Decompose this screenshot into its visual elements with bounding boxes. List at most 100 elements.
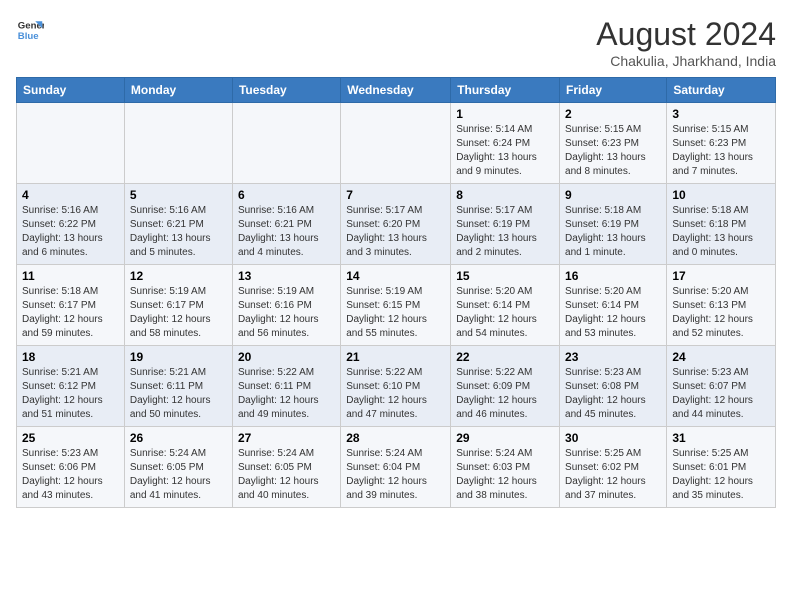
- logo-icon: General Blue: [16, 16, 44, 44]
- day-detail: Sunrise: 5:23 AM Sunset: 6:07 PM Dayligh…: [672, 366, 770, 422]
- day-number: 18: [22, 350, 119, 364]
- calendar-cell: [232, 103, 340, 184]
- calendar-cell: 8Sunrise: 5:17 AM Sunset: 6:19 PM Daylig…: [451, 184, 560, 265]
- day-detail: Sunrise: 5:24 AM Sunset: 6:05 PM Dayligh…: [130, 447, 227, 503]
- day-detail: Sunrise: 5:16 AM Sunset: 6:22 PM Dayligh…: [22, 204, 119, 260]
- day-detail: Sunrise: 5:21 AM Sunset: 6:12 PM Dayligh…: [22, 366, 119, 422]
- day-detail: Sunrise: 5:20 AM Sunset: 6:14 PM Dayligh…: [565, 285, 661, 341]
- calendar-cell: 18 Sunrise: 5:21 AM Sunset: 6:12 PM Dayli…: [17, 346, 125, 427]
- calendar-cell: 20Sunrise: 5:22 AM Sunset: 6:11 PM Dayli…: [232, 346, 340, 427]
- calendar-cell: 10 Sunrise: 5:18 AM Sunset: 6:18 PM Dayli…: [667, 184, 776, 265]
- day-number: 2: [565, 107, 661, 121]
- calendar-cell: 21 Sunrise: 5:22 AM Sunset: 6:10 PM Dayli…: [341, 346, 451, 427]
- day-number: 10: [672, 188, 770, 202]
- calendar-cell: 7 Sunrise: 5:17 AM Sunset: 6:20 PM Daylig…: [341, 184, 451, 265]
- day-number: 20: [238, 350, 335, 364]
- calendar-cell: 6 Sunrise: 5:16 AM Sunset: 6:21 PM Daylig…: [232, 184, 340, 265]
- day-number: 16: [565, 269, 661, 283]
- calendar-cell: 28 Sunrise: 5:24 AM Sunset: 6:04 PM Dayli…: [341, 427, 451, 508]
- day-detail: Sunrise: 5:22 AM Sunset: 6:10 PM Dayligh…: [346, 366, 445, 422]
- day-detail: Sunrise: 5:15 AM Sunset: 6:23 PM Dayligh…: [672, 123, 770, 179]
- day-number: 1: [456, 107, 554, 121]
- main-title: August 2024: [596, 16, 776, 53]
- svg-text:Blue: Blue: [18, 31, 39, 42]
- day-detail: Sunrise: 5:22 AM Sunset: 6:09 PM Dayligh…: [456, 366, 554, 422]
- day-header-sunday: Sunday: [17, 78, 125, 103]
- day-detail: Sunrise: 5:24 AM Sunset: 6:05 PM Dayligh…: [238, 447, 335, 503]
- calendar-table: SundayMondayTuesdayWednesdayThursdayFrid…: [16, 77, 776, 508]
- day-number: 30: [565, 431, 661, 445]
- day-number: 22: [456, 350, 554, 364]
- day-detail: Sunrise: 5:14 AM Sunset: 6:24 PM Dayligh…: [456, 123, 554, 179]
- day-number: 29: [456, 431, 554, 445]
- calendar-cell: 29 Sunrise: 5:24 AM Sunset: 6:03 PM Dayli…: [451, 427, 560, 508]
- day-detail: Sunrise: 5:20 AM Sunset: 6:13 PM Dayligh…: [672, 285, 770, 341]
- calendar-cell: 15 Sunrise: 5:20 AM Sunset: 6:14 PM Dayli…: [451, 265, 560, 346]
- calendar-cell: 5Sunrise: 5:16 AM Sunset: 6:21 PM Daylig…: [124, 184, 232, 265]
- day-number: 21: [346, 350, 445, 364]
- day-detail: Sunrise: 5:17 AM Sunset: 6:19 PM Dayligh…: [456, 204, 554, 260]
- day-detail: Sunrise: 5:23 AM Sunset: 6:08 PM Dayligh…: [565, 366, 661, 422]
- day-detail: Sunrise: 5:25 AM Sunset: 6:01 PM Dayligh…: [672, 447, 770, 503]
- calendar-cell: 24 Sunrise: 5:23 AM Sunset: 6:07 PM Dayli…: [667, 346, 776, 427]
- day-detail: Sunrise: 5:23 AM Sunset: 6:06 PM Dayligh…: [22, 447, 119, 503]
- day-detail: Sunrise: 5:24 AM Sunset: 6:03 PM Dayligh…: [456, 447, 554, 503]
- day-detail: Sunrise: 5:18 AM Sunset: 6:17 PM Dayligh…: [22, 285, 119, 341]
- week-row-1: 1 Sunrise: 5:14 AM Sunset: 6:24 PM Daylig…: [17, 103, 776, 184]
- day-detail: Sunrise: 5:19 AM Sunset: 6:15 PM Dayligh…: [346, 285, 445, 341]
- calendar-cell: 11 Sunrise: 5:18 AM Sunset: 6:17 PM Dayli…: [17, 265, 125, 346]
- day-number: 6: [238, 188, 335, 202]
- calendar-cell: 3 Sunrise: 5:15 AM Sunset: 6:23 PM Daylig…: [667, 103, 776, 184]
- week-row-5: 25 Sunrise: 5:23 AM Sunset: 6:06 PM Dayli…: [17, 427, 776, 508]
- day-detail: Sunrise: 5:19 AM Sunset: 6:17 PM Dayligh…: [130, 285, 227, 341]
- subtitle: Chakulia, Jharkhand, India: [596, 53, 776, 69]
- week-row-4: 18 Sunrise: 5:21 AM Sunset: 6:12 PM Dayli…: [17, 346, 776, 427]
- day-detail: Sunrise: 5:18 AM Sunset: 6:19 PM Dayligh…: [565, 204, 661, 260]
- calendar-cell: 17 Sunrise: 5:20 AM Sunset: 6:13 PM Dayli…: [667, 265, 776, 346]
- calendar-cell: 27 Sunrise: 5:24 AM Sunset: 6:05 PM Dayli…: [232, 427, 340, 508]
- day-number: 14: [346, 269, 445, 283]
- day-number: 13: [238, 269, 335, 283]
- calendar-cell: 9Sunrise: 5:18 AM Sunset: 6:19 PM Daylig…: [560, 184, 667, 265]
- day-number: 24: [672, 350, 770, 364]
- day-detail: Sunrise: 5:16 AM Sunset: 6:21 PM Dayligh…: [238, 204, 335, 260]
- day-detail: Sunrise: 5:19 AM Sunset: 6:16 PM Dayligh…: [238, 285, 335, 341]
- calendar-cell: [341, 103, 451, 184]
- day-number: 12: [130, 269, 227, 283]
- header-row: SundayMondayTuesdayWednesdayThursdayFrid…: [17, 78, 776, 103]
- calendar-cell: 31Sunrise: 5:25 AM Sunset: 6:01 PM Dayli…: [667, 427, 776, 508]
- day-detail: Sunrise: 5:18 AM Sunset: 6:18 PM Dayligh…: [672, 204, 770, 260]
- day-number: 5: [130, 188, 227, 202]
- logo: General Blue: [16, 16, 44, 44]
- week-row-3: 11 Sunrise: 5:18 AM Sunset: 6:17 PM Dayli…: [17, 265, 776, 346]
- calendar-cell: 19 Sunrise: 5:21 AM Sunset: 6:11 PM Dayli…: [124, 346, 232, 427]
- day-number: 19: [130, 350, 227, 364]
- day-number: 7: [346, 188, 445, 202]
- page-header: General Blue August 2024 Chakulia, Jhark…: [16, 16, 776, 69]
- calendar-cell: 1 Sunrise: 5:14 AM Sunset: 6:24 PM Daylig…: [451, 103, 560, 184]
- day-detail: Sunrise: 5:15 AM Sunset: 6:23 PM Dayligh…: [565, 123, 661, 179]
- day-number: 3: [672, 107, 770, 121]
- day-detail: Sunrise: 5:24 AM Sunset: 6:04 PM Dayligh…: [346, 447, 445, 503]
- calendar-cell: 22 Sunrise: 5:22 AM Sunset: 6:09 PM Dayli…: [451, 346, 560, 427]
- day-number: 27: [238, 431, 335, 445]
- day-number: 25: [22, 431, 119, 445]
- day-header-saturday: Saturday: [667, 78, 776, 103]
- calendar-cell: [124, 103, 232, 184]
- day-number: 11: [22, 269, 119, 283]
- day-number: 4: [22, 188, 119, 202]
- day-detail: Sunrise: 5:17 AM Sunset: 6:20 PM Dayligh…: [346, 204, 445, 260]
- day-number: 17: [672, 269, 770, 283]
- day-header-monday: Monday: [124, 78, 232, 103]
- day-number: 15: [456, 269, 554, 283]
- day-detail: Sunrise: 5:21 AM Sunset: 6:11 PM Dayligh…: [130, 366, 227, 422]
- week-row-2: 4 Sunrise: 5:16 AM Sunset: 6:22 PM Daylig…: [17, 184, 776, 265]
- calendar-cell: 25 Sunrise: 5:23 AM Sunset: 6:06 PM Dayli…: [17, 427, 125, 508]
- day-detail: Sunrise: 5:20 AM Sunset: 6:14 PM Dayligh…: [456, 285, 554, 341]
- day-number: 28: [346, 431, 445, 445]
- day-header-thursday: Thursday: [451, 78, 560, 103]
- day-number: 23: [565, 350, 661, 364]
- calendar-cell: 2 Sunrise: 5:15 AM Sunset: 6:23 PM Daylig…: [560, 103, 667, 184]
- calendar-cell: 12 Sunrise: 5:19 AM Sunset: 6:17 PM Dayli…: [124, 265, 232, 346]
- day-header-friday: Friday: [560, 78, 667, 103]
